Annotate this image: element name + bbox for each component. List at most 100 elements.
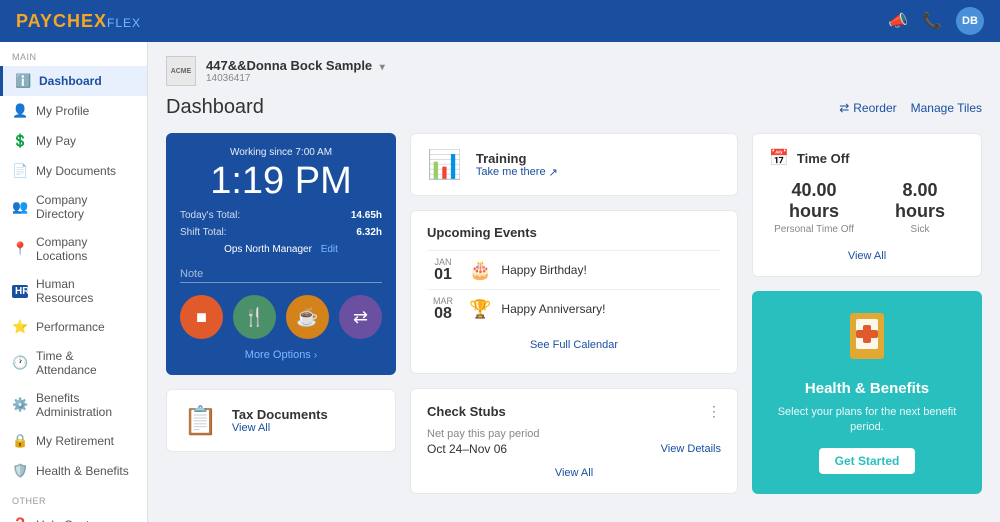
sidebar: MAIN ℹ️ Dashboard 👤 My Profile 💲 My Pay … [0, 42, 148, 522]
time-off-header: 📅 Time Off [769, 148, 965, 168]
see-calendar: See Full Calendar [427, 336, 721, 351]
training-title: Training [476, 151, 558, 166]
get-started-button[interactable]: Get Started [819, 448, 916, 474]
sidebar-item-label: Performance [36, 320, 105, 334]
clock-card: Working since 7:00 AM 1:19 PM Today's To… [166, 133, 396, 375]
sidebar-item-my-profile[interactable]: 👤 My Profile [0, 96, 147, 126]
birthday-text: Happy Birthday! [501, 263, 586, 277]
coffee-button[interactable]: ☕ [286, 295, 329, 339]
more-options-link[interactable]: More Options › [180, 349, 382, 361]
check-stubs-view-all-link[interactable]: View All [555, 467, 593, 479]
hr-icon: HR [12, 285, 28, 298]
anniversary-text: Happy Anniversary! [501, 302, 605, 316]
stub-label: Net pay this pay period [427, 428, 721, 440]
sidebar-item-label: Time & Attendance [36, 349, 135, 377]
swap-button[interactable]: ⇄ [339, 295, 382, 339]
sidebar-item-company-directory[interactable]: 👥 Company Directory [0, 186, 147, 228]
health-nav-icon: 🛡️ [12, 463, 28, 479]
birthday-icon: 🎂 [469, 260, 491, 281]
sidebar-item-my-pay[interactable]: 💲 My Pay [0, 126, 147, 156]
app-logo: PAYCHEXFLEX [16, 11, 141, 32]
shift-value: 6.32h [356, 227, 382, 238]
sidebar-other-label: OTHER [0, 486, 147, 510]
upcoming-events-card: Upcoming Events JAN 01 🎂 Happy Birthday!… [410, 210, 738, 374]
sidebar-item-help[interactable]: ❓ Help Center [0, 510, 147, 522]
documents-icon: 📄 [12, 163, 28, 179]
training-icon: 📊 [427, 148, 462, 181]
check-stubs-view-all: View All [427, 464, 721, 479]
time-icon: 🕐 [12, 355, 28, 371]
sidebar-item-label: Health & Benefits [36, 464, 129, 478]
acme-logo: ACME [166, 56, 196, 86]
shift-details: Shift Total: 6.32h [180, 227, 382, 238]
account-dropdown-arrow[interactable]: ▾ [380, 62, 385, 73]
sidebar-item-my-documents[interactable]: 📄 My Documents [0, 156, 147, 186]
stub-details: Oct 24–Nov 06 View Details [427, 442, 721, 456]
todays-value: 14.65h [351, 210, 382, 221]
help-icon: ❓ [12, 517, 28, 522]
time-bucket-sick: 8.00 hours Sick [875, 180, 965, 235]
stop-button[interactable]: ■ [180, 295, 223, 339]
clock-actions: ■ 🍴 ☕ ⇄ [180, 295, 382, 339]
time-off-card: 📅 Time Off 40.00 hours Personal Time Off… [752, 133, 982, 277]
sidebar-item-hr[interactable]: HR Human Resources [0, 270, 147, 312]
page-header: Dashboard ⇄ Reorder Manage Tiles [166, 96, 982, 119]
phone-icon[interactable]: 📞 [922, 11, 942, 31]
benefits-icon: ⚙️ [12, 397, 28, 413]
sidebar-item-label: Company Locations [36, 235, 135, 263]
clock-note-input[interactable] [180, 266, 382, 283]
todays-total: Today's Total: [180, 210, 240, 221]
clock-details: Today's Total: 14.65h [180, 210, 382, 221]
anniversary-icon: 🏆 [469, 299, 491, 320]
sidebar-item-company-locations[interactable]: 📍 Company Locations [0, 228, 147, 270]
check-stubs-card: Check Stubs ⋮ Net pay this pay period Oc… [410, 388, 738, 494]
event-anniversary: MAR 08 🏆 Happy Anniversary! [427, 289, 721, 328]
clock-manager: Ops North Manager Edit [180, 244, 382, 255]
training-card: 📊 Training Take me there ↗ [410, 133, 738, 196]
clock-since: Working since 7:00 AM [180, 147, 382, 158]
retirement-icon: 🔒 [12, 433, 28, 449]
account-header: ACME 447&&Donna Bock Sample ▾ 14036417 [166, 56, 982, 86]
time-off-view-all: View All [769, 247, 965, 262]
notifications-icon[interactable]: 📣 [888, 11, 908, 31]
sidebar-item-benefits-admin[interactable]: ⚙️ Benefits Administration [0, 384, 147, 426]
event-date-jan: JAN 01 [427, 257, 459, 283]
middle-column: 📊 Training Take me there ↗ Upcoming Even… [410, 133, 738, 494]
check-stubs-menu[interactable]: ⋮ [707, 403, 721, 420]
manage-tiles-link[interactable]: Manage Tiles [911, 101, 982, 115]
clock-time: 1:19 PM [180, 162, 382, 200]
event-date-mar: MAR 08 [427, 296, 459, 322]
external-link-icon: ↗ [549, 166, 558, 179]
user-avatar[interactable]: DB [956, 7, 984, 35]
sidebar-item-label: Help Center [36, 518, 100, 522]
tax-view-all-link[interactable]: View All [232, 422, 328, 434]
sidebar-item-my-retirement[interactable]: 🔒 My Retirement [0, 426, 147, 456]
shift-total: Shift Total: [180, 227, 227, 238]
sidebar-item-performance[interactable]: ⭐ Performance [0, 312, 147, 342]
locations-icon: 📍 [12, 241, 28, 257]
right-column: 📅 Time Off 40.00 hours Personal Time Off… [752, 133, 982, 494]
edit-manager-link[interactable]: Edit [321, 244, 338, 255]
view-details-link[interactable]: View Details [661, 443, 721, 455]
sidebar-item-health-benefits[interactable]: 🛡️ Health & Benefits [0, 456, 147, 486]
account-info: 447&&Donna Bock Sample ▾ 14036417 [206, 58, 385, 84]
dashboard-grid: Working since 7:00 AM 1:19 PM Today's To… [166, 133, 982, 494]
sidebar-item-time-attendance[interactable]: 🕐 Time & Attendance [0, 342, 147, 384]
reorder-icon: ⇄ [839, 101, 849, 115]
pay-icon: 💲 [12, 133, 28, 149]
reorder-link[interactable]: ⇄ Reorder [839, 101, 896, 115]
health-description: Select your plans for the next benefit p… [768, 405, 966, 436]
sick-label: Sick [875, 224, 965, 235]
time-off-title: Time Off [797, 151, 850, 166]
health-title: Health & Benefits [768, 380, 966, 397]
training-info: Training Take me there ↗ [476, 151, 558, 179]
account-name: 447&&Donna Bock Sample ▾ [206, 58, 385, 73]
sidebar-item-dashboard[interactable]: ℹ️ Dashboard [0, 66, 147, 96]
top-nav: PAYCHEXFLEX 📣 📞 DB [0, 0, 1000, 42]
training-link[interactable]: Take me there ↗ [476, 166, 558, 179]
time-off-view-all-link[interactable]: View All [848, 250, 886, 262]
fork-button[interactable]: 🍴 [233, 295, 276, 339]
see-calendar-link[interactable]: See Full Calendar [530, 339, 618, 351]
pto-hours: 40.00 hours [769, 180, 859, 222]
sidebar-item-label: Dashboard [39, 74, 102, 88]
